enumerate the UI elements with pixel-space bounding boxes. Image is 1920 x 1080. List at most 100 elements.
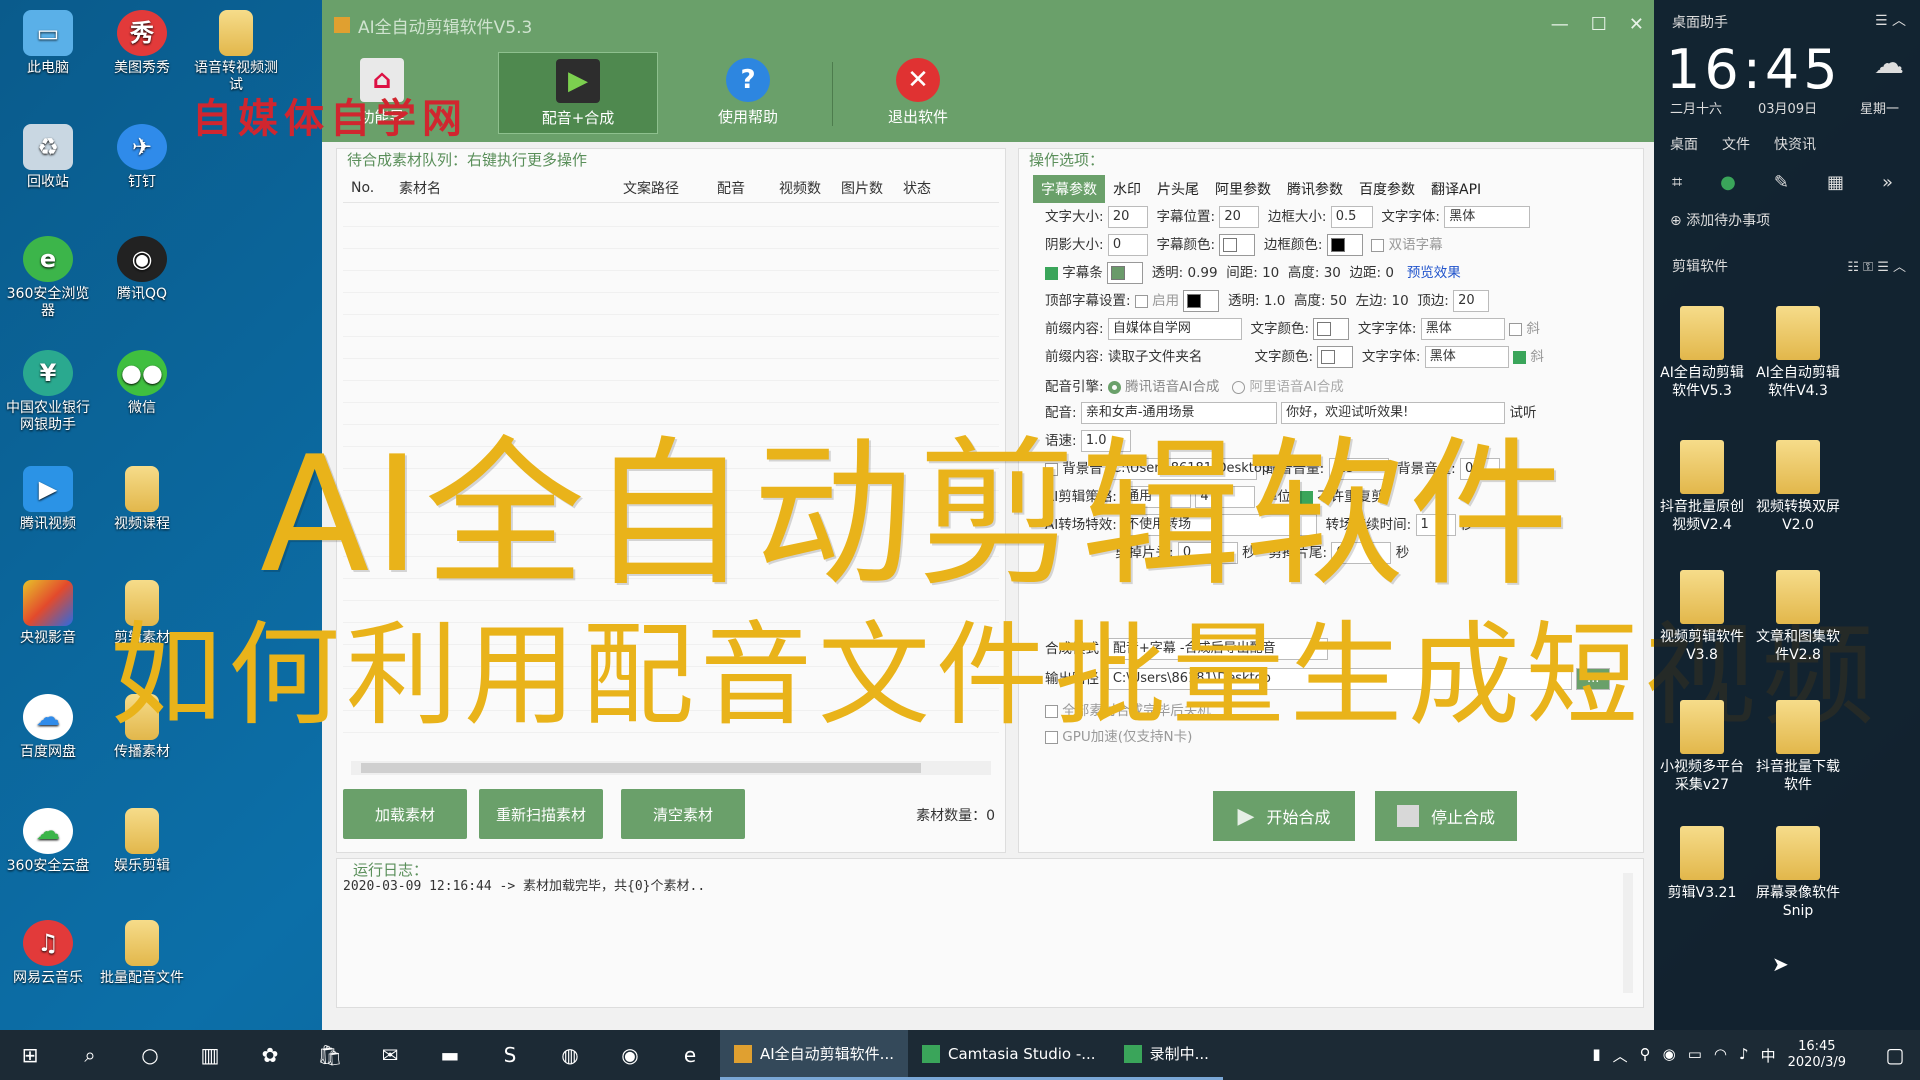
tray-icon[interactable]: ▮ bbox=[1592, 1045, 1600, 1066]
bar-color-picker[interactable] bbox=[1107, 262, 1144, 284]
taskbar-app-editor[interactable]: AI全自动剪辑软件... bbox=[720, 1030, 908, 1080]
task-view-icon[interactable]: ▥ bbox=[180, 1030, 240, 1080]
desktop-icon-meitu[interactable]: 秀 美图秀秀 bbox=[96, 10, 188, 77]
desktop-icon-folder[interactable]: 娱乐剪辑 bbox=[96, 808, 188, 875]
bar-alpha-value[interactable]: 0.99 bbox=[1188, 265, 1218, 281]
globe-icon[interactable]: ◍ bbox=[540, 1030, 600, 1080]
bar-gap-value[interactable]: 10 bbox=[1262, 265, 1279, 281]
subtitle-position-input[interactable]: 20 bbox=[1219, 206, 1260, 228]
desktop-icon-tencent-video[interactable]: ▶ 腾讯视频 bbox=[2, 466, 94, 533]
store-icon[interactable]: 🛍 bbox=[300, 1030, 360, 1080]
desktop-icon-this-pc[interactable]: ▭ 此电脑 bbox=[2, 10, 94, 77]
maximize-icon[interactable]: ☐ bbox=[1591, 14, 1607, 35]
horizontal-scrollbar[interactable] bbox=[351, 761, 991, 775]
desktop-icon-folder[interactable]: 批量配音文件 bbox=[96, 920, 188, 987]
crop-icon[interactable]: ⌗ bbox=[1672, 172, 1682, 193]
add-todo[interactable]: ⊕ 添加待办事项 bbox=[1670, 210, 1770, 230]
stop-compose-button[interactable]: 停止合成 bbox=[1375, 791, 1517, 841]
desktop-icon-qq[interactable]: ◉ 腾讯QQ bbox=[96, 236, 188, 303]
bar-margin-value[interactable]: 0 bbox=[1385, 265, 1394, 281]
col-text-path[interactable]: 文案路径 bbox=[615, 178, 709, 198]
shadow-size-input[interactable]: 0 bbox=[1107, 234, 1148, 256]
prefix2-color-picker[interactable] bbox=[1317, 346, 1354, 368]
desktop-icon-360-cloud[interactable]: ☁ 360安全云盘 bbox=[2, 808, 94, 875]
desktop-icon-dingtalk[interactable]: ✈ 钉钉 bbox=[96, 124, 188, 191]
sidebar-app[interactable]: 小视频多平台采集v27 bbox=[1654, 700, 1750, 794]
tab-ali[interactable]: 阿里参数 bbox=[1207, 175, 1279, 203]
chrome-icon[interactable]: ◉ bbox=[600, 1030, 660, 1080]
bar-height-value[interactable]: 30 bbox=[1324, 265, 1341, 281]
edit-icon[interactable]: ✎ bbox=[1774, 172, 1789, 193]
font-select[interactable]: 黑体 bbox=[1444, 206, 1531, 228]
mail-icon[interactable]: ✉ bbox=[360, 1030, 420, 1080]
sidebar-app[interactable]: 视频转换双屏V2.0 bbox=[1750, 440, 1846, 534]
group-controls-icon[interactable]: ☷ ⚿ ☰ ︿ bbox=[1847, 256, 1906, 275]
sidebar-app[interactable]: AI全自动剪辑软件V5.3 bbox=[1654, 306, 1750, 400]
taskbar-app-camtasia[interactable]: Camtasia Studio -... bbox=[908, 1030, 1110, 1080]
tab-translate-api[interactable]: 翻译API bbox=[1423, 175, 1489, 203]
prefix2-font-select[interactable]: 黑体 bbox=[1424, 346, 1509, 368]
top-color-picker[interactable] bbox=[1183, 290, 1220, 312]
border-size-input[interactable]: 0.5 bbox=[1330, 206, 1373, 228]
menu-icon[interactable]: ☰ ︿ bbox=[1875, 10, 1906, 30]
close-icon[interactable]: ✕ bbox=[1629, 14, 1644, 35]
sidebar-app[interactable]: 抖音批量原创视频V2.4 bbox=[1654, 440, 1750, 534]
desktop-icon-abc-bank[interactable]: ¥ 中国农业银行网银助手 bbox=[2, 350, 94, 434]
sidebar-app[interactable]: 视频剪辑软件V3.8 bbox=[1654, 570, 1750, 664]
top-left-value[interactable]: 10 bbox=[1391, 293, 1408, 309]
file-explorer-icon[interactable]: ▬ bbox=[420, 1030, 480, 1080]
calculator-icon[interactable]: ▦ bbox=[1827, 172, 1844, 193]
desktop-icon-cctv[interactable]: 央视影音 bbox=[2, 580, 94, 647]
volume-icon[interactable]: ♪ bbox=[1739, 1045, 1749, 1066]
start-icon[interactable]: ⊞ bbox=[0, 1030, 60, 1080]
sidebar-app[interactable]: AI全自动剪辑软件V4.3 bbox=[1750, 306, 1846, 400]
more-icon[interactable]: » bbox=[1882, 172, 1893, 193]
tab-watermark[interactable]: 水印 bbox=[1105, 175, 1149, 203]
subtitle-color-picker[interactable] bbox=[1219, 234, 1256, 256]
desktop-icon-wechat[interactable]: ●● 微信 bbox=[96, 350, 188, 417]
notification-icon[interactable]: ▢ bbox=[1870, 1030, 1920, 1080]
window-titlebar[interactable]: AI全自动剪辑软件V5.3 bbox=[322, 0, 1654, 50]
top-alpha-value[interactable]: 1.0 bbox=[1264, 293, 1285, 309]
col-dub[interactable]: 配音 bbox=[709, 178, 771, 198]
toolbar-help-button[interactable]: ? 使用帮助 bbox=[668, 52, 828, 134]
desktop-icon-recycle-bin[interactable]: ♻ 回收站 bbox=[2, 124, 94, 191]
sidebar-app[interactable]: 抖音批量下载软件 bbox=[1750, 700, 1846, 794]
flower-app-icon[interactable]: ✿ bbox=[240, 1030, 300, 1080]
preview-effect-link[interactable]: 预览效果 bbox=[1407, 265, 1461, 281]
tab-baidu[interactable]: 百度参数 bbox=[1351, 175, 1423, 203]
clear-material-button[interactable]: 清空素材 bbox=[621, 789, 745, 839]
rescan-material-button[interactable]: 重新扫描素材 bbox=[479, 789, 603, 839]
border-color-picker[interactable] bbox=[1326, 234, 1363, 256]
tab-intro-outro[interactable]: 片头尾 bbox=[1149, 175, 1207, 203]
tab-subtitle[interactable]: 字幕参数 bbox=[1033, 175, 1105, 203]
font-size-input[interactable]: 20 bbox=[1107, 206, 1148, 228]
chevron-up-icon[interactable]: ︿ bbox=[1613, 1045, 1628, 1066]
col-name[interactable]: 素材名 bbox=[391, 178, 615, 198]
tab-tencent[interactable]: 腾讯参数 bbox=[1279, 175, 1351, 203]
dual-subtitle-checkbox[interactable] bbox=[1371, 238, 1385, 252]
qq-tray-icon[interactable]: ◉ bbox=[1663, 1045, 1676, 1066]
toolbar-exit-button[interactable]: ✕ 退出软件 bbox=[838, 52, 998, 134]
battery-icon[interactable]: ▭ bbox=[1688, 1045, 1702, 1066]
top-edge-input[interactable]: 20 bbox=[1453, 290, 1490, 312]
nav-desktop[interactable]: 桌面 bbox=[1670, 134, 1698, 154]
network-icon[interactable]: ◠ bbox=[1714, 1045, 1727, 1066]
minimize-icon[interactable]: — bbox=[1551, 14, 1569, 35]
prefix-font-select[interactable]: 黑体 bbox=[1420, 318, 1505, 340]
desktop-icon-netease-music[interactable]: ♫ 网易云音乐 bbox=[2, 920, 94, 987]
log-scrollbar[interactable] bbox=[1623, 873, 1633, 993]
eye-icon[interactable]: ● bbox=[1720, 172, 1736, 193]
start-compose-button[interactable]: ▶ 开始合成 bbox=[1213, 791, 1355, 841]
col-no[interactable]: No. bbox=[343, 180, 391, 196]
prefix2-italic-checkbox[interactable] bbox=[1513, 350, 1527, 364]
desktop-icon-folder[interactable]: 语音转视频测试 bbox=[190, 10, 282, 94]
sogou-icon[interactable]: S bbox=[480, 1030, 540, 1080]
top-height-value[interactable]: 50 bbox=[1330, 293, 1347, 309]
nav-news[interactable]: 快资讯 bbox=[1774, 134, 1816, 154]
nav-files[interactable]: 文件 bbox=[1722, 134, 1750, 154]
sidebar-app[interactable]: 剪辑V3.21 bbox=[1654, 826, 1750, 902]
load-material-button[interactable]: 加载素材 bbox=[343, 789, 467, 839]
desktop-icon-baidu-netdisk[interactable]: ☁ 百度网盘 bbox=[2, 694, 94, 761]
desktop-icon-folder[interactable]: 视频课程 bbox=[96, 466, 188, 533]
